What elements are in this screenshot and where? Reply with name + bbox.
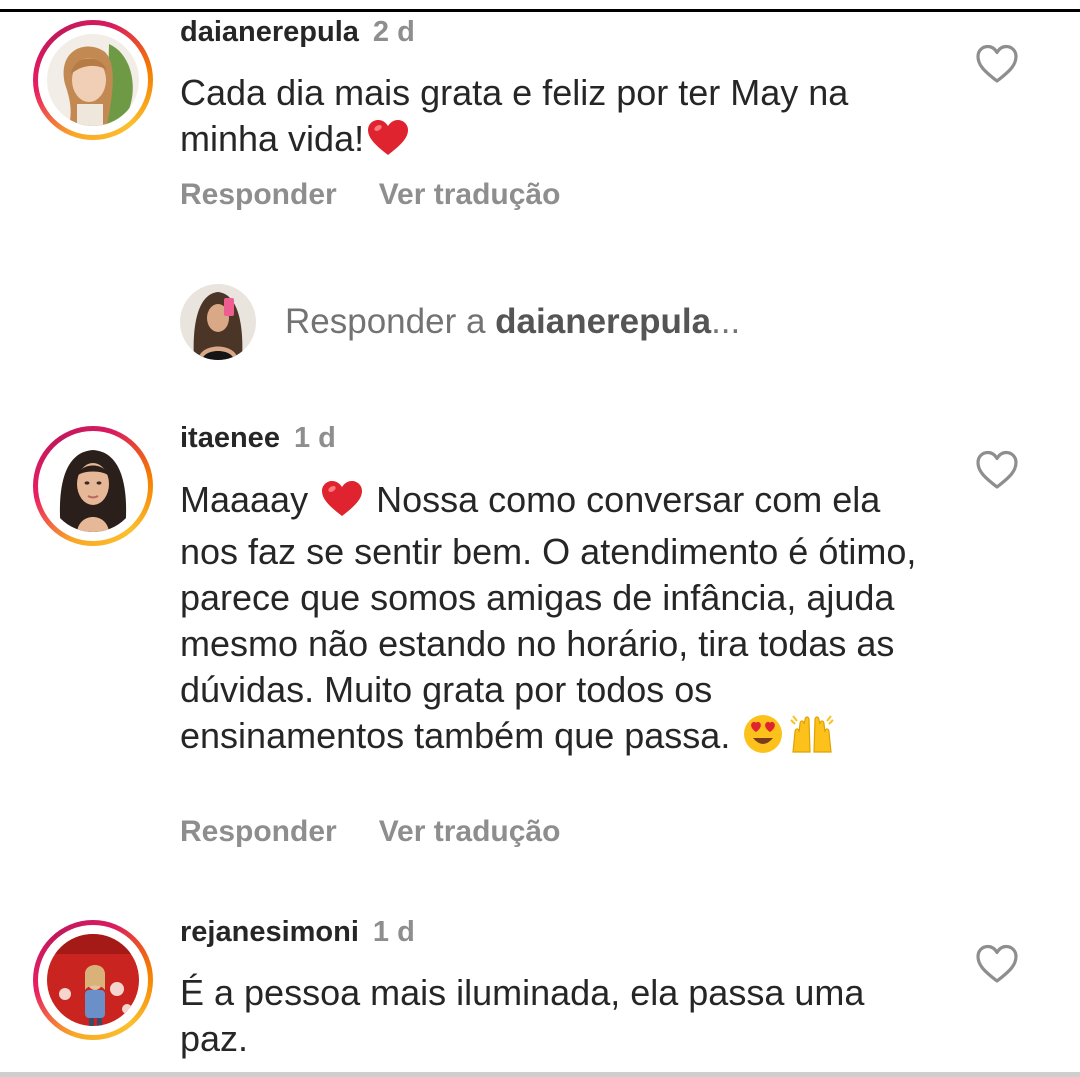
red-heart-icon bbox=[367, 119, 409, 168]
reply-button[interactable]: Responder bbox=[180, 178, 337, 211]
avatar[interactable] bbox=[33, 426, 153, 546]
reply-button[interactable]: Responder bbox=[180, 815, 337, 848]
avatar[interactable] bbox=[33, 20, 153, 140]
timestamp: 2 d bbox=[372, 16, 415, 48]
avatar-photo bbox=[47, 934, 139, 1026]
comment-text: Cada dia mais grata e feliz por ter May … bbox=[180, 70, 940, 168]
red-heart-icon bbox=[321, 480, 363, 529]
comment-text: Maaaay Nossa como conversar com ela nos … bbox=[180, 477, 940, 765]
reply-input-row[interactable]: Responder a daianerepula... bbox=[0, 282, 1080, 362]
avatar-photo bbox=[47, 34, 139, 126]
comment-header: daianerepula 2 d bbox=[180, 14, 415, 50]
timestamp: 1 d bbox=[372, 916, 415, 948]
comment-actions: Responder Ver tradução bbox=[180, 178, 560, 212]
username[interactable]: daianerepula bbox=[180, 16, 359, 48]
username[interactable]: rejanesimoni bbox=[180, 916, 359, 948]
top-divider bbox=[0, 9, 1080, 12]
comment-header: itaenee 1 d bbox=[180, 420, 336, 456]
raising-hands-icon bbox=[789, 714, 835, 765]
comment-actions: Responder Ver tradução bbox=[180, 815, 560, 849]
username[interactable]: itaenee bbox=[180, 422, 280, 454]
comment-text: É a pessoa mais iluminada, ela passa uma… bbox=[180, 972, 865, 1059]
avatar-photo bbox=[47, 440, 139, 532]
current-user-avatar bbox=[180, 284, 256, 360]
translate-button[interactable]: Ver tradução bbox=[379, 815, 561, 848]
like-heart-icon[interactable] bbox=[975, 944, 1019, 984]
bottom-divider bbox=[0, 1072, 1080, 1077]
timestamp: 1 d bbox=[293, 422, 336, 454]
heart-eyes-icon bbox=[743, 714, 783, 765]
like-heart-icon[interactable] bbox=[975, 450, 1019, 490]
avatar[interactable] bbox=[33, 920, 153, 1040]
comment-header: rejanesimoni 1 d bbox=[180, 914, 415, 950]
like-heart-icon[interactable] bbox=[975, 44, 1019, 84]
reply-input-placeholder[interactable]: Responder a daianerepula... bbox=[285, 302, 740, 342]
translate-button[interactable]: Ver tradução bbox=[379, 178, 561, 211]
